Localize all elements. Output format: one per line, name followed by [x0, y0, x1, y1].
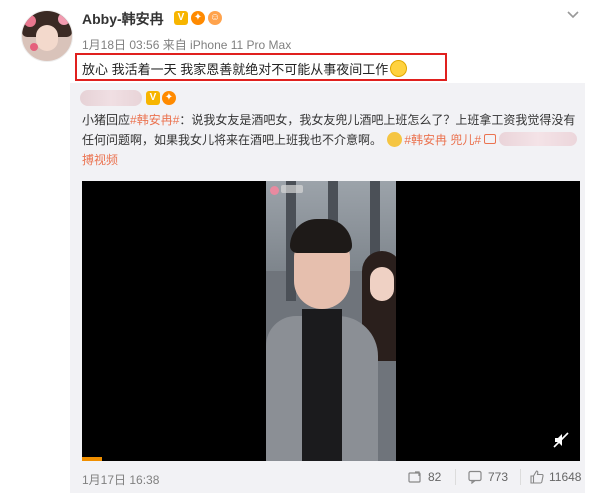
smile-emoji-icon: [390, 60, 408, 77]
verified-icon: V: [174, 11, 188, 25]
video-progress-bar[interactable]: [82, 457, 102, 461]
video-player[interactable]: [82, 181, 580, 461]
repost-username-blurred[interactable]: [80, 90, 142, 106]
share-button[interactable]: 82: [408, 465, 441, 489]
link-icon: [484, 134, 497, 144]
post-text: 放心 我活着一天 我家恩善就绝对不可能从事夜间工作: [82, 59, 408, 78]
comment-icon: [468, 470, 482, 484]
repost-text: 小猪回应#韩安冉#：说我女友是酒吧女，我女友兜儿酒吧上班怎么了？上班拿工资我觉得…: [82, 110, 582, 170]
member-badge-icon: ✦: [162, 91, 176, 105]
avatar[interactable]: [21, 10, 73, 62]
post-text-content: 放心 我活着一天 我家恩善就绝对不可能从事夜间工作: [82, 62, 389, 77]
share-icon: [408, 471, 421, 483]
like-count: 11648: [549, 470, 582, 484]
verified-icon: V: [146, 91, 160, 105]
comment-button[interactable]: 773: [468, 465, 508, 489]
cat-emoji-icon: [387, 132, 403, 147]
divider: [520, 469, 521, 485]
mute-icon[interactable]: [552, 431, 570, 449]
comment-count: 773: [488, 470, 509, 484]
repost-date: 1月17日 16:38: [82, 473, 160, 487]
blurred-link[interactable]: [499, 132, 578, 146]
video-link[interactable]: 搏视频: [82, 153, 118, 167]
thumbs-up-icon: [530, 470, 544, 484]
like-button[interactable]: 11648: [530, 465, 581, 489]
repost-badges: V ✦: [146, 91, 176, 105]
hashtag-link[interactable]: 兜儿#: [450, 133, 481, 147]
video-frame: [266, 181, 396, 461]
chevron-down-icon[interactable]: [565, 6, 581, 22]
post-meta: 1月18日 03:56 来自 iPhone 11 Pro Max: [82, 38, 292, 52]
emoji-badge-icon: ☺: [208, 11, 222, 25]
share-count: 82: [428, 470, 442, 484]
repost-prefix: 小猪回应: [82, 113, 131, 127]
hashtag-link[interactable]: #韩安冉#: [130, 113, 179, 127]
username[interactable]: Abby-韩安冉: [82, 9, 164, 29]
user-badges: V ✦ ☺: [174, 11, 222, 25]
divider: [455, 469, 456, 485]
hashtag-link[interactable]: #韩安冉: [404, 133, 447, 147]
member-badge-icon: ✦: [191, 11, 205, 25]
